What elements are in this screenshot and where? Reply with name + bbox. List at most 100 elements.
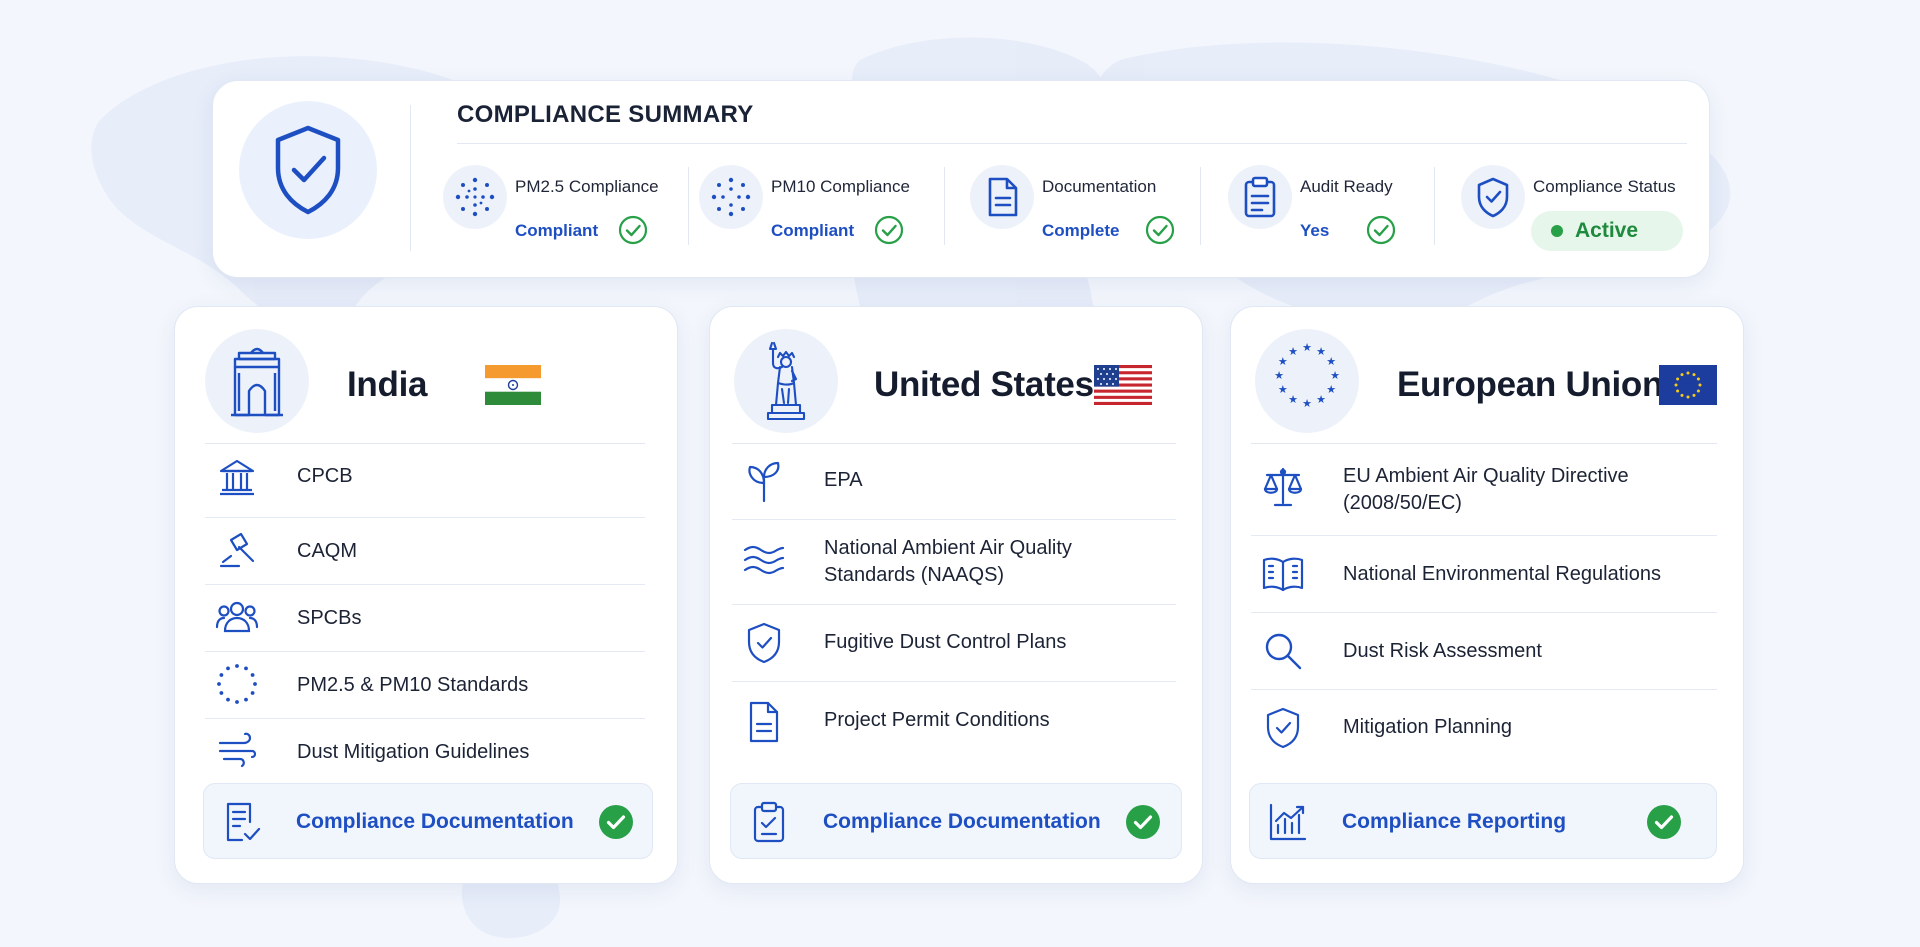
check-circle-filled-icon [1126,805,1160,839]
svg-text:★: ★ [1288,345,1298,358]
list-item-label: EU Ambient Air Quality Directive (2008/5… [1343,465,1629,514]
metric-pm10-icon-badge [699,165,763,229]
list-item-label: SPCBs [297,607,362,629]
list-item: EPA [732,443,1176,517]
open-book-icon [1262,557,1304,592]
svg-text:★: ★ [1326,383,1336,396]
svg-text:★: ★ [1302,341,1312,354]
list-item: National Ambient Air Quality Standards (… [732,520,1176,604]
list-item: CPCB [205,443,645,511]
document-icon [749,701,779,743]
list-item-label: Fugitive Dust Control Plans [824,631,1067,653]
svg-text:★: ★ [1288,393,1298,406]
svg-text:★: ★ [1316,393,1326,406]
metric-label: PM2.5 Compliance [515,177,659,196]
institution-icon [219,459,255,496]
shield-check-icon [1477,177,1509,218]
svg-text:★: ★ [1326,355,1336,368]
metric-divider [688,167,689,245]
list-item: Dust Mitigation Guidelines [205,719,645,783]
svg-text:★: ★ [1274,369,1284,382]
compliance-documentation-button[interactable]: Compliance Documentation [730,783,1182,859]
summary-title: COMPLIANCE SUMMARY [457,101,754,128]
metric-divider [944,167,945,245]
check-circle-icon [874,215,904,245]
region-title: United States [874,365,1094,404]
particles-icon [711,177,751,217]
list-item: EU Ambient Air Quality Directive (2008/5… [1251,443,1717,535]
check-circle-icon [1366,215,1396,245]
wind-icon [218,732,257,768]
region-title: European Union [1397,365,1664,404]
scales-icon [1263,467,1303,507]
summary-title-divider [457,143,1687,144]
list-item-label: Dust Risk Assessment [1343,640,1542,662]
particles-ring-icon [217,664,257,704]
clipboard-icon [1244,176,1276,218]
metric-label: Audit Ready [1300,177,1393,196]
list-item: CAQM [205,518,645,584]
list-item-label: Project Permit Conditions [824,709,1050,731]
metric-pm10-compliance: PM10 Compliance Compliant [699,165,939,249]
particles-icon [455,177,495,217]
metric-value: Compliant [771,221,855,240]
list-item-label: CPCB [297,465,353,487]
svg-text:★: ★ [1278,355,1288,368]
india-flag-icon [485,365,541,405]
metric-value: Compliant [515,221,599,240]
region-card-india: India CPCB CAQM SPCBs PM2.5 & PM10 Stand… [174,306,678,884]
status-dot [1551,225,1563,237]
metric-pm25-compliance: PM2.5 Compliance Compliant [443,165,683,249]
people-group-icon [215,601,259,633]
metric-audit-icon-badge [1228,165,1292,229]
eu-flag-icon [1659,365,1717,405]
svg-text:★: ★ [1316,345,1326,358]
compliance-documentation-button[interactable]: Compliance Documentation [203,783,653,859]
list-item: PM2.5 & PM10 Standards [205,652,645,718]
list-item-label: CAQM [297,540,357,562]
european-union-emblem: ★ ★ ★ ★ ★ ★ ★ ★ ★ ★ ★ ★ [1255,329,1359,433]
compliance-summary-card: COMPLIANCE SUMMARY PM2.5 Compliance Comp… [212,80,1710,278]
metric-label: Compliance Status [1533,177,1676,196]
status-badge-text: Active [1575,219,1639,242]
list-item: Mitigation Planning [1251,690,1717,770]
doc-bar-label: Compliance Documentation [296,810,574,833]
document-icon [988,177,1018,217]
status-badge: Active [1531,211,1683,251]
list-item-label: National Environmental Regulations [1343,563,1661,585]
metric-divider [1434,167,1435,245]
region-title: India [347,365,428,404]
check-circle-icon [618,215,648,245]
metric-documentation: Documentation Complete [970,165,1210,249]
india-gate-icon [231,347,283,417]
compliance-reporting-button[interactable]: Compliance Reporting [1249,783,1717,859]
region-card-european-union: ★ ★ ★ ★ ★ ★ ★ ★ ★ ★ ★ ★ European Union E… [1230,306,1744,884]
check-circle-filled-icon [599,805,633,839]
bar-chart-icon [1269,803,1307,841]
list-item: Project Permit Conditions [732,682,1176,764]
list-item-label: Dust Mitigation Guidelines [297,741,530,763]
shield-check-icon [275,125,341,215]
metric-pm25-icon-badge [443,165,507,229]
magnifier-icon [1265,633,1302,670]
metric-value: Complete [1042,221,1120,240]
svg-text:★: ★ [1302,397,1312,410]
list-item-label: PM2.5 & PM10 Standards [297,674,529,696]
gavel-icon [219,532,255,568]
metric-label: Documentation [1042,177,1157,196]
shield-check-icon [747,622,781,664]
svg-text:★: ★ [1278,383,1288,396]
summary-shield-badge [239,101,377,239]
metric-compliance-status: Compliance Status Active [1461,165,1701,251]
check-circle-icon [1145,215,1175,245]
list-item: Fugitive Dust Control Plans [732,605,1176,681]
doc-bar-label: Compliance Documentation [823,810,1101,833]
region-card-united-states: United States EPA National Ambient Air Q… [709,306,1203,884]
clipboard-icon [753,801,785,843]
metric-divider [1200,167,1201,245]
doc-bar-label: Compliance Reporting [1342,810,1567,833]
summary-divider [410,105,411,251]
metric-documentation-icon-badge [970,165,1034,229]
list-item-label: National Ambient Air Quality Standards (… [824,537,1072,586]
metric-status-icon-badge [1461,165,1525,229]
